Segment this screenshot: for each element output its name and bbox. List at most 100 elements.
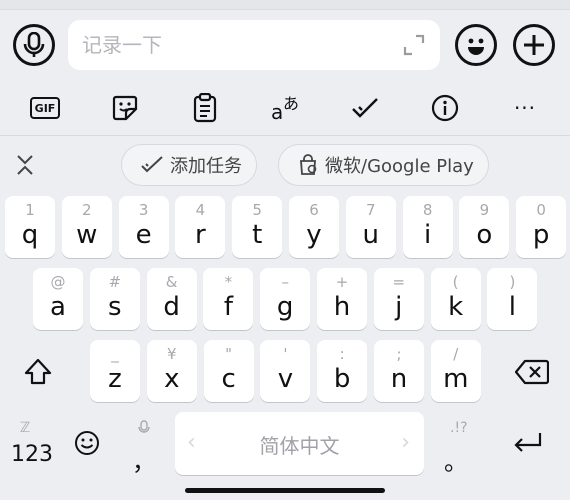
key-n[interactable]: ; n [374, 340, 424, 402]
emoji-icon [468, 38, 484, 55]
key-z[interactable]: _ z [90, 340, 140, 402]
key-hint: @ [50, 273, 66, 291]
more-button[interactable]: ··· [507, 92, 543, 124]
key-t[interactable]: 5t [232, 196, 283, 258]
shopping-bag-icon [300, 154, 317, 175]
shift-icon [24, 358, 52, 385]
key-o[interactable]: 9o [459, 196, 510, 258]
key-hint: 8 [422, 201, 433, 219]
text-input-box[interactable] [68, 20, 440, 70]
key-label: f [223, 292, 233, 322]
key-k[interactable]: (k [430, 268, 481, 330]
key-label: m [443, 364, 469, 394]
key-m[interactable]: / m [430, 340, 481, 402]
key-g[interactable]: – g [260, 268, 311, 330]
text-input[interactable] [82, 32, 382, 58]
key-w[interactable]: 2w [61, 196, 112, 258]
key-label: s [108, 292, 122, 322]
backspace-icon [515, 359, 549, 385]
home-indicator [185, 488, 385, 493]
plus-icon [524, 35, 544, 55]
key-l[interactable]: ) l [487, 268, 538, 330]
backspace-key[interactable] [510, 352, 554, 392]
period-key[interactable]: .!? 。 [440, 418, 476, 476]
key-a[interactable]: @ a [33, 268, 83, 330]
check-button[interactable] [347, 92, 383, 124]
key-f[interactable]: * f [203, 268, 254, 330]
key-hint: ; [396, 345, 402, 363]
numbers-key[interactable]: ℤ 123 [8, 418, 53, 472]
key-v[interactable]: ' v [260, 340, 311, 402]
key-s[interactable]: # s [89, 268, 140, 330]
key-y[interactable]: 6y [289, 196, 339, 258]
key-label: d [163, 292, 180, 322]
key-hint: 9 [479, 201, 490, 219]
toolbar: GIF a あ ··· [0, 80, 570, 136]
suggestion-chip-label: 添加任务 [170, 156, 242, 177]
translate-button[interactable]: a あ [267, 92, 303, 124]
check-icon [352, 98, 378, 118]
microphone-icon [23, 32, 45, 57]
expand-icon[interactable] [402, 33, 426, 57]
shift-key[interactable] [18, 352, 58, 392]
key-hint: 6 [309, 201, 319, 219]
key-label: k [448, 292, 464, 322]
suggestion-row: 添加任务 微软/Google Play [0, 136, 570, 194]
comma-key-label: ， [132, 448, 156, 476]
key-u[interactable]: 7u [345, 196, 396, 258]
key-label: a [50, 292, 66, 322]
key-label: z [108, 364, 122, 394]
key-label: w [76, 220, 98, 250]
info-icon [431, 94, 459, 122]
translate-icon: a あ [269, 92, 301, 124]
key-label: o [476, 220, 493, 250]
key-label: u [362, 220, 380, 250]
emoji-button[interactable] [455, 24, 497, 66]
period-key-label: 。 [444, 448, 468, 476]
info-button[interactable] [427, 92, 463, 124]
key-hint: 5 [252, 201, 262, 219]
gif-button[interactable]: GIF [27, 92, 63, 124]
key-label: y [306, 220, 322, 250]
collapse-icon[interactable] [12, 152, 38, 178]
comma-key[interactable]: ， [128, 418, 164, 476]
add-button[interactable] [513, 24, 555, 66]
suggestion-chip-add-task[interactable]: 添加任务 [121, 144, 257, 186]
key-b[interactable]: :b [317, 340, 368, 402]
key-x[interactable]: ¥ x [146, 340, 197, 402]
key-label: t [252, 220, 263, 250]
key-label: g [276, 292, 294, 322]
check-icon [141, 156, 163, 173]
key-hint: – [281, 273, 289, 291]
key-d[interactable]: & d [146, 268, 197, 330]
space-key[interactable]: ‹ 简体中文 › [175, 412, 424, 475]
key-label: l [508, 292, 516, 322]
enter-key[interactable] [510, 428, 546, 458]
key-i[interactable]: 8i [402, 196, 453, 258]
key-e[interactable]: 3e [118, 196, 169, 258]
key-r[interactable]: 4r [175, 196, 226, 258]
key-hint: 7 [366, 201, 376, 219]
key-p[interactable]: 0p [516, 196, 567, 258]
key-hint: & [165, 273, 178, 291]
sticker-icon [112, 95, 138, 121]
key-label: b [333, 364, 351, 394]
clipboard-button[interactable] [187, 92, 223, 124]
key-hint: # [108, 273, 122, 291]
numbers-key-hint: ℤ [20, 420, 31, 436]
key-j[interactable]: = j [373, 268, 424, 330]
suggestion-chip-store[interactable]: 微软/Google Play [278, 144, 489, 186]
key-hint: 2 [82, 201, 92, 219]
key-hint: 0 [536, 201, 546, 219]
clipboard-icon [193, 93, 217, 123]
key-label: p [532, 220, 550, 250]
key-hint: ' [283, 345, 288, 363]
emoji-key[interactable] [72, 428, 102, 458]
sticker-button[interactable] [107, 92, 143, 124]
key-q[interactable]: 1q [5, 196, 55, 258]
key-label: x [164, 364, 180, 394]
key-c[interactable]: " c [203, 340, 254, 402]
voice-input-button[interactable] [13, 24, 55, 66]
translate-icon-latin: a [271, 100, 284, 124]
key-h[interactable]: + h [317, 268, 367, 330]
